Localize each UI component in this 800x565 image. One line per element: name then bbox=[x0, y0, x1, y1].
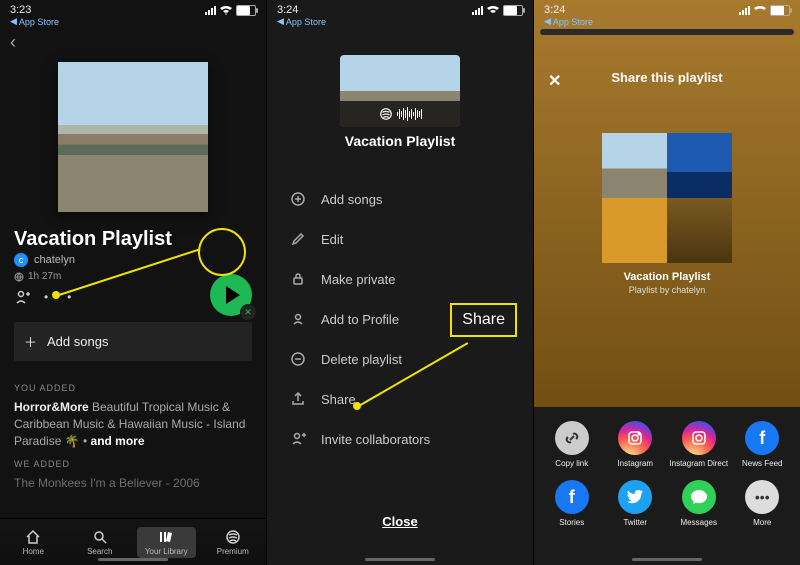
signal-icon bbox=[739, 6, 750, 15]
playlist-cover[interactable] bbox=[58, 62, 208, 212]
screen-share-sheet: 3:24 ◀ App Store ✕ Share this playlist V… bbox=[533, 0, 800, 565]
menu-delete-playlist[interactable]: Delete playlist bbox=[267, 339, 533, 379]
playlist-title: Vacation Playlist bbox=[267, 133, 533, 149]
status-bar: 3:24 bbox=[267, 0, 533, 16]
share-stories[interactable]: fStories bbox=[542, 480, 602, 527]
share-messages[interactable]: Messages bbox=[669, 480, 729, 527]
owner-name: chatelyn bbox=[34, 254, 75, 266]
share-instagram-direct[interactable]: Instagram Direct bbox=[669, 421, 729, 468]
twitter-icon bbox=[618, 480, 652, 514]
globe-icon bbox=[14, 272, 24, 282]
spotify-code bbox=[340, 101, 460, 127]
share-instagram[interactable]: Instagram bbox=[605, 421, 665, 468]
back-to-appstore[interactable]: ◀ App Store bbox=[534, 16, 800, 27]
share-options-sheet: Copy link Instagram Instagram Direct fNe… bbox=[534, 407, 800, 565]
status-time: 3:23 bbox=[10, 4, 31, 16]
menu-invite-collaborators[interactable]: Invite collaborators bbox=[267, 419, 533, 459]
avatar: c bbox=[14, 253, 28, 267]
status-time: 3:24 bbox=[277, 4, 298, 16]
plus-circle-icon bbox=[289, 191, 307, 207]
back-to-appstore[interactable]: ◀ App Store bbox=[0, 16, 266, 27]
section-you-added: YOU ADDED bbox=[0, 375, 266, 397]
more-icon: ••• bbox=[745, 480, 779, 514]
shuffle-icon: ✕ bbox=[240, 304, 256, 320]
battery-icon bbox=[236, 5, 256, 16]
wifi-icon bbox=[754, 6, 766, 15]
status-bar: 3:24 bbox=[534, 0, 800, 16]
tab-home[interactable]: Home bbox=[0, 519, 67, 565]
pencil-icon bbox=[289, 231, 307, 247]
instagram-direct-icon bbox=[682, 421, 716, 455]
facebook-icon: f bbox=[745, 421, 779, 455]
share-more[interactable]: •••More bbox=[732, 480, 792, 527]
link-icon bbox=[555, 421, 589, 455]
signal-icon bbox=[205, 6, 216, 15]
signal-icon bbox=[472, 6, 483, 15]
facebook-stories-icon: f bbox=[555, 480, 589, 514]
lock-icon bbox=[289, 271, 307, 287]
close-icon[interactable]: ✕ bbox=[548, 71, 561, 91]
action-menu: Add songs Edit Make private Add to Profi… bbox=[267, 179, 533, 459]
screen-playlist-view: 3:23 ◀ App Store ‹ Vacation Playlist c c… bbox=[0, 0, 266, 565]
wifi-icon bbox=[487, 6, 499, 15]
wifi-icon bbox=[220, 6, 232, 15]
back-chevron-icon[interactable]: ‹ bbox=[10, 32, 16, 53]
profile-icon bbox=[289, 311, 307, 327]
menu-add-to-profile[interactable]: Add to Profile bbox=[267, 299, 533, 339]
screen-playlist-menu: 3:24 ◀ App Store Vacation Playlist Add s… bbox=[266, 0, 533, 565]
share-facebook-feed[interactable]: fNews Feed bbox=[732, 421, 792, 468]
share-header: ✕ Share this playlist bbox=[534, 35, 800, 93]
back-to-appstore[interactable]: ◀ App Store bbox=[267, 16, 533, 27]
playlist-owner[interactable]: c chatelyn bbox=[0, 253, 266, 267]
add-user-icon[interactable] bbox=[14, 290, 30, 304]
tab-premium[interactable]: Premium bbox=[200, 519, 267, 565]
battery-icon bbox=[503, 5, 523, 16]
close-button[interactable]: Close bbox=[267, 514, 533, 529]
share-twitter[interactable]: Twitter bbox=[605, 480, 665, 527]
home-indicator bbox=[98, 558, 168, 561]
battery-icon bbox=[770, 5, 790, 16]
status-bar: 3:23 bbox=[0, 0, 266, 16]
status-time: 3:24 bbox=[544, 4, 565, 16]
we-added-track[interactable]: The Monkees I'm a Believer - 2006 bbox=[0, 473, 266, 494]
home-indicator bbox=[365, 558, 435, 561]
share-playlist-name: Vacation Playlist bbox=[534, 271, 800, 283]
share-icon bbox=[289, 391, 307, 407]
minus-circle-icon bbox=[289, 351, 307, 367]
annotation-dot bbox=[52, 291, 60, 299]
playlist-title: Vacation Playlist bbox=[0, 222, 266, 253]
annotation-dot bbox=[353, 402, 361, 410]
playlist-art-grid bbox=[602, 133, 732, 263]
messages-icon bbox=[682, 480, 716, 514]
share-copy-link[interactable]: Copy link bbox=[542, 421, 602, 468]
menu-edit[interactable]: Edit bbox=[267, 219, 533, 259]
home-indicator bbox=[632, 558, 702, 561]
instagram-icon bbox=[618, 421, 652, 455]
section-we-added: WE ADDED bbox=[0, 451, 266, 473]
playlist-cover-small bbox=[340, 55, 460, 127]
menu-add-songs[interactable]: Add songs bbox=[267, 179, 533, 219]
add-songs-row[interactable]: ＋ Add songs bbox=[14, 322, 252, 361]
add-user-icon bbox=[289, 431, 307, 447]
menu-make-private[interactable]: Make private bbox=[267, 259, 533, 299]
play-button[interactable]: ✕ bbox=[210, 274, 252, 316]
menu-share[interactable]: Share bbox=[267, 379, 533, 419]
you-added-tracks[interactable]: Horror&More Beautiful Tropical Music & C… bbox=[0, 397, 266, 451]
share-playlist-by: Playlist by chatelyn bbox=[534, 285, 800, 295]
plus-icon: ＋ bbox=[24, 332, 37, 351]
